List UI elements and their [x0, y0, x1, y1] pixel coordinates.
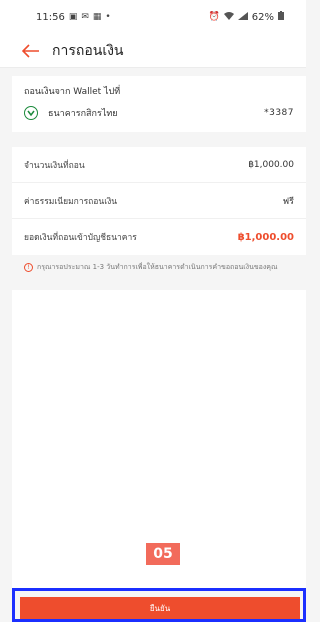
status-bar: 11:56 ▣ ✉ ▦ • ⏰ 62%	[0, 0, 306, 34]
bank-account-row[interactable]: ธนาคารกสิกรไทย *3387	[24, 106, 294, 120]
dot-icon: •	[105, 12, 111, 22]
summary-row-total: ยอดเงินที่ถอนเข้าบัญชีธนาคาร ฿1,000.00	[12, 219, 306, 255]
battery-level: 62%	[251, 11, 274, 23]
info-icon: !	[24, 263, 33, 272]
withdraw-screen: 11:56 ▣ ✉ ▦ • ⏰ 62% การถอนเงิน ถอนเงินจา…	[0, 0, 306, 622]
bank-name: ธนาคารกสิกรไทย	[48, 109, 118, 119]
processing-notice: ! กรุณารอประมาณ 1-3 วันทำการเพื่อให้ธนาค…	[24, 262, 300, 272]
account-number: *3387	[264, 108, 294, 118]
bank-account-section[interactable]: ถอนเงินจาก Wallet ไปที่ ธนาคารกสิกรไทย *…	[12, 76, 306, 132]
total-label: ยอดเงินที่ถอนเข้าบัญชีธนาคาร	[24, 233, 137, 243]
page-title: การถอนเงิน	[52, 42, 124, 59]
total-value: ฿1,000.00	[237, 231, 294, 243]
back-arrow-icon[interactable]	[20, 40, 42, 62]
signal-icon	[237, 11, 248, 23]
step-annotation-badge: 05	[146, 543, 180, 565]
alarm-icon: ⏰	[208, 12, 220, 22]
confirm-button[interactable]: ยืนยัน	[20, 597, 300, 619]
summary-row-fee: ค่าธรรมเนียมการถอนเงิน ฟรี	[12, 183, 306, 219]
fee-value: ฟรี	[282, 196, 294, 207]
mail-icon: ✉	[81, 12, 89, 22]
kasikorn-bank-logo-icon	[24, 106, 38, 120]
withdraw-summary: จำนวนเงินที่ถอน ฿1,000.00 ค่าธรรมเนียมกา…	[12, 147, 306, 255]
status-time: 11:56	[36, 11, 65, 23]
withdraw-to-label: ถอนเงินจาก Wallet ไปที่	[24, 87, 121, 97]
battery-icon	[278, 11, 284, 23]
notification-icon: ▦	[92, 12, 102, 22]
image-icon: ▣	[68, 12, 78, 22]
notice-text: กรุณารอประมาณ 1-3 วันทำการเพื่อให้ธนาคาร…	[37, 263, 278, 271]
app-bar: การถอนเงิน	[0, 34, 306, 68]
amount-label: จำนวนเงินที่ถอน	[24, 160, 85, 171]
summary-row-amount: จำนวนเงินที่ถอน ฿1,000.00	[12, 147, 306, 183]
fee-label: ค่าธรรมเนียมการถอนเงิน	[24, 196, 118, 207]
wifi-icon	[223, 11, 234, 23]
amount-value: ฿1,000.00	[248, 159, 294, 170]
